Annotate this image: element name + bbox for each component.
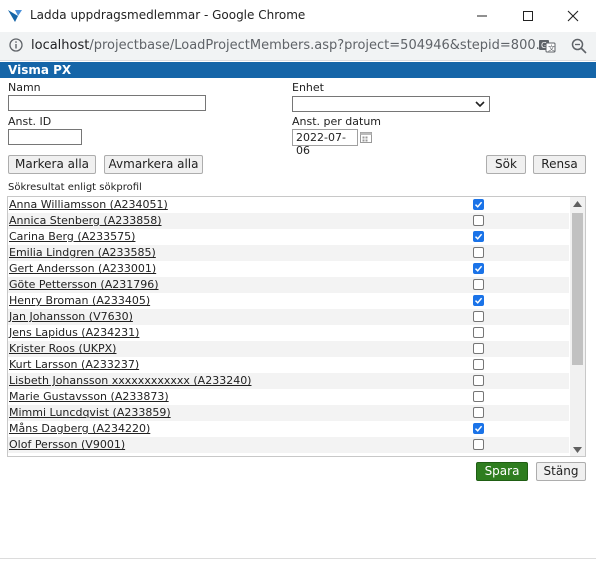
member-link[interactable]: Henry Broman (A233405): [9, 294, 150, 307]
member-checkbox[interactable]: [473, 375, 484, 386]
list-item: Carina Berg (A233575): [8, 229, 569, 245]
list-item: Anna Williamsson (A234051): [8, 197, 569, 213]
unit-label: Enhet: [292, 81, 324, 94]
date-label: Anst. per datum: [292, 115, 382, 128]
save-button[interactable]: Spara: [476, 462, 528, 481]
list-item: Lisbeth Johansson xxxxxxxxxxxx (A233240): [8, 373, 569, 389]
maximize-button[interactable]: [505, 0, 551, 32]
member-link[interactable]: Emilia Lindgren (A233585): [9, 246, 156, 259]
close-icon: [567, 10, 579, 22]
scrollbar-thumb[interactable]: [572, 213, 583, 365]
member-checkbox[interactable]: [473, 247, 484, 258]
member-checkbox[interactable]: [473, 215, 484, 226]
app-logo-icon: [8, 10, 22, 22]
name-input[interactable]: [8, 95, 206, 111]
list-item: Kurt Larsson (A233237): [8, 357, 569, 373]
list-item: Måns Dagberg (A234220): [8, 421, 569, 437]
bottom-divider: [0, 558, 596, 559]
calendar-icon[interactable]: [360, 131, 372, 143]
maximize-icon: [523, 11, 533, 21]
brand-bar: Visma PX: [0, 62, 596, 78]
deselect-all-button[interactable]: Avmarkera alla: [104, 155, 203, 174]
svg-text:文: 文: [548, 44, 555, 53]
member-link[interactable]: Carina Berg (A233575): [9, 230, 135, 243]
member-checkbox[interactable]: [473, 391, 484, 402]
list-item: Olof Persson (V9001): [8, 437, 569, 453]
member-link[interactable]: Gert Andersson (A233001): [9, 262, 156, 275]
member-checkbox[interactable]: [473, 343, 484, 354]
member-checkbox[interactable]: [473, 263, 484, 274]
address-bar[interactable]: localhost/projectbase/LoadProjectMembers…: [0, 32, 596, 61]
member-link[interactable]: Mimmi Luncdqvist (A233859): [9, 406, 171, 419]
member-checkbox[interactable]: [473, 199, 484, 210]
unit-select[interactable]: [292, 96, 490, 112]
list-item: Mimmi Luncdqvist (A233859): [8, 405, 569, 421]
member-link[interactable]: Lisbeth Johansson xxxxxxxxxxxx (A233240): [9, 374, 251, 387]
member-link[interactable]: Jan Johansson (V7630): [9, 310, 133, 323]
date-input[interactable]: 2022-07-06: [292, 129, 358, 157]
list-item: Gert Andersson (A233001): [8, 261, 569, 277]
scroll-down-icon[interactable]: [573, 447, 582, 453]
member-link[interactable]: Annica Stenberg (A233858): [9, 214, 162, 227]
member-checkbox[interactable]: [473, 311, 484, 322]
members-list[interactable]: Anna Williamsson (A234051) Annica Stenbe…: [7, 196, 586, 457]
list-item: Krister Roos (UKPX): [8, 341, 569, 357]
member-checkbox[interactable]: [473, 439, 484, 450]
search-button[interactable]: Sök: [486, 155, 526, 174]
scrollbar[interactable]: [570, 197, 585, 456]
chevron-down-icon: [475, 101, 485, 108]
member-checkbox[interactable]: [473, 231, 484, 242]
member-link[interactable]: Olof Persson (V9001): [9, 438, 125, 451]
url-text[interactable]: localhost/projectbase/LoadProjectMembers…: [31, 38, 548, 53]
member-checkbox[interactable]: [473, 407, 484, 418]
member-link[interactable]: Måns Dagberg (A234220): [9, 422, 150, 435]
member-checkbox[interactable]: [473, 295, 484, 306]
close-window-button[interactable]: [550, 0, 596, 32]
employee-id-input[interactable]: [8, 129, 82, 145]
window-title: Ladda uppdragsmedlemmar - Google Chrome: [30, 8, 306, 22]
list-item: Jens Lapidus (A234231): [8, 325, 569, 341]
employee-id-label: Anst. ID: [8, 115, 52, 128]
list-item: Annica Stenberg (A233858): [8, 213, 569, 229]
clear-button[interactable]: Rensa: [533, 155, 586, 174]
translate-icon[interactable]: G 文: [538, 37, 556, 55]
member-checkbox[interactable]: [473, 359, 484, 370]
member-link[interactable]: Marie Gustavsson (A233873): [9, 390, 169, 403]
member-link[interactable]: Göte Pettersson (A231796): [9, 278, 159, 291]
close-button[interactable]: Stäng: [536, 462, 586, 481]
member-checkbox[interactable]: [473, 327, 484, 338]
member-checkbox[interactable]: [473, 279, 484, 290]
info-icon[interactable]: [9, 38, 23, 52]
member-link[interactable]: Anna Williamsson (A234051): [9, 198, 168, 211]
zoom-icon[interactable]: [570, 37, 588, 55]
member-link[interactable]: Krister Roos (UKPX): [9, 342, 116, 355]
list-item: Emilia Lindgren (A233585): [8, 245, 569, 261]
minimize-button[interactable]: [459, 0, 505, 32]
url-path: /projectbase/LoadProjectMembers.asp?proj…: [89, 38, 549, 53]
member-checkbox[interactable]: [473, 423, 484, 434]
url-host: localhost: [31, 38, 90, 53]
list-item: Jan Johansson (V7630): [8, 309, 569, 325]
list-item: Henry Broman (A233405): [8, 293, 569, 309]
minimize-icon: [477, 15, 487, 17]
window-titlebar: Ladda uppdragsmedlemmar - Google Chrome: [0, 0, 596, 33]
list-item: Marie Gustavsson (A233873): [8, 389, 569, 405]
select-all-button[interactable]: Markera alla: [8, 155, 96, 174]
member-link[interactable]: Jens Lapidus (A234231): [9, 326, 139, 339]
list-item: Göte Pettersson (A231796): [8, 277, 569, 293]
scroll-up-icon[interactable]: [573, 201, 582, 207]
member-link[interactable]: Kurt Larsson (A233237): [9, 358, 139, 371]
name-label: Namn: [8, 81, 41, 94]
results-label: Sökresultat enligt sökprofil: [8, 182, 142, 193]
